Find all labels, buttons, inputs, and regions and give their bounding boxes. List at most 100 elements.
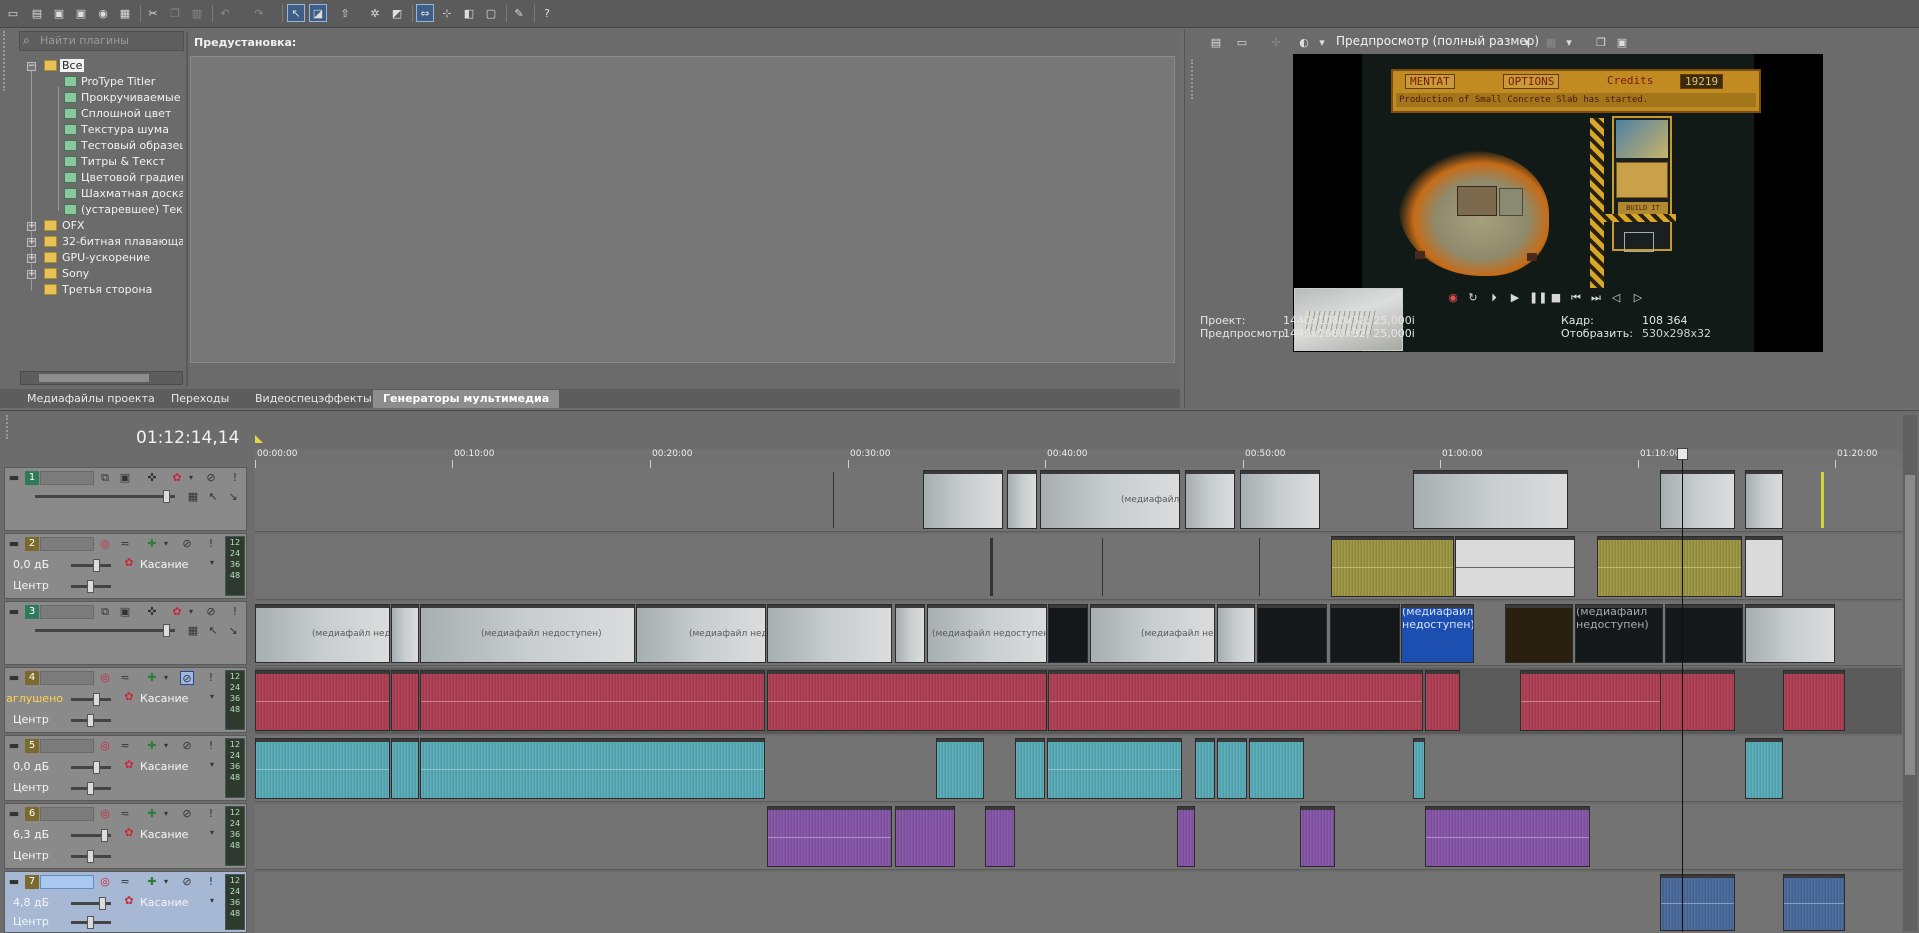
auto-ripple-icon[interactable]: ✲: [366, 4, 384, 22]
track-fx-icon[interactable]: ✚: [145, 875, 159, 889]
video-clip[interactable]: [1745, 604, 1835, 663]
track-level-slider[interactable]: [35, 490, 175, 503]
zoom-tool-icon[interactable]: ⊹: [438, 4, 456, 22]
project-properties-icon[interactable]: ▤: [1207, 33, 1225, 51]
enable-snapping-icon[interactable]: ◧: [460, 4, 478, 22]
track-volume-slider[interactable]: [71, 693, 111, 706]
arm-record-icon[interactable]: ◎: [98, 739, 112, 753]
composite-mode-icon[interactable]: ⧉: [98, 605, 112, 619]
audio-clip[interactable]: [1048, 670, 1423, 731]
tree-item-protype-titler[interactable]: ProType Titler: [81, 75, 183, 89]
timeline-vertical-scrollbar[interactable]: [1903, 415, 1917, 931]
track-name-field[interactable]: [40, 605, 94, 619]
track-minimize-icon[interactable]: ▬: [7, 537, 21, 551]
expand-keyframes-icon[interactable]: ▦: [186, 624, 200, 638]
cut-icon[interactable]: ✂: [144, 4, 162, 22]
chevron-down-icon[interactable]: ▾: [205, 556, 219, 570]
split-screen-icon[interactable]: ◐: [1295, 33, 1313, 51]
playhead-handle[interactable]: [1677, 448, 1688, 460]
chevron-down-icon[interactable]: ▾: [184, 605, 198, 619]
track-fx-icon[interactable]: ✚: [145, 807, 159, 821]
preview-quality-select[interactable]: Предпросмотр (полный размер): [1336, 34, 1539, 48]
audio-clip[interactable]: [420, 738, 765, 799]
chevron-down-icon[interactable]: ▾: [205, 758, 219, 772]
arm-record-icon[interactable]: ◎: [98, 671, 112, 685]
mute-icon[interactable]: ⊘: [180, 739, 194, 753]
save-as-icon[interactable]: ▣: [72, 4, 90, 22]
tree-item-test-pattern[interactable]: Тестовый образец: [81, 139, 183, 153]
audio-clip[interactable]: [1413, 738, 1425, 799]
audio-clip[interactable]: [1783, 874, 1845, 931]
copy-snapshot-icon[interactable]: ❐: [1592, 33, 1610, 51]
go-to-start-icon[interactable]: ⏮: [1569, 291, 1583, 305]
solo-icon[interactable]: !: [228, 605, 242, 619]
tree-item-ofx[interactable]: OFX: [62, 219, 182, 233]
solo-icon[interactable]: !: [204, 807, 218, 821]
track-fx-icon[interactable]: ✜: [145, 605, 159, 619]
track-fx-icon[interactable]: ✜: [145, 471, 159, 485]
solo-icon[interactable]: !: [204, 537, 218, 551]
audio-clip[interactable]: [1660, 670, 1735, 731]
video-clip[interactable]: [1185, 470, 1235, 529]
track-volume-slider[interactable]: [71, 761, 111, 774]
track-header-3[interactable]: ▬ 3 ⧉ ▣ ✜ ✿ ▾ ⊘ ! ▦ ↖ ↘: [4, 601, 247, 665]
tree-item-sony[interactable]: Sony: [62, 267, 182, 281]
video-clip[interactable]: (медиафайл недоступен): [927, 604, 1047, 663]
track-pan-slider[interactable]: [71, 850, 111, 863]
make-compositing-parent-icon[interactable]: ↖: [206, 624, 220, 638]
track-motion-icon[interactable]: ▣: [118, 605, 132, 619]
audio-clip[interactable]: [1455, 536, 1575, 597]
audio-clip[interactable]: [936, 738, 984, 799]
mute-icon[interactable]: ⊘: [180, 875, 194, 889]
audio-clip[interactable]: [767, 670, 1047, 731]
gear-icon[interactable]: ✿: [122, 758, 136, 772]
video-clip[interactable]: [767, 604, 892, 663]
video-clip[interactable]: [1048, 604, 1088, 663]
track-lane-7[interactable]: [255, 872, 1902, 933]
help-icon[interactable]: ?: [538, 4, 556, 22]
arm-record-icon[interactable]: ◎: [98, 807, 112, 821]
invert-phase-icon[interactable]: ≂: [118, 875, 132, 889]
composite-mode-icon[interactable]: ⧉: [98, 471, 112, 485]
preset-list[interactable]: [190, 56, 1175, 363]
audio-clip[interactable]: [255, 670, 390, 731]
track-minimize-icon[interactable]: ▬: [7, 605, 21, 619]
gear-icon[interactable]: ✿: [122, 894, 136, 908]
video-clip[interactable]: [923, 470, 1003, 529]
chevron-down-icon[interactable]: ▾: [205, 826, 219, 840]
automation-mode-select[interactable]: Касание: [140, 760, 188, 773]
gear-icon[interactable]: ✿: [122, 690, 136, 704]
arm-record-icon[interactable]: ◎: [98, 537, 112, 551]
track-lane-1[interactable]: (медиафайл недоступен): [255, 468, 1902, 532]
arm-record-icon[interactable]: ◎: [98, 875, 112, 889]
tree-splitter[interactable]: [186, 31, 188, 386]
track-minimize-icon[interactable]: ▬: [7, 471, 21, 485]
invert-phase-icon[interactable]: ≂: [118, 537, 132, 551]
track-volume-slider[interactable]: [71, 829, 111, 842]
audio-clip[interactable]: [1660, 874, 1735, 931]
track-minimize-icon[interactable]: ▬: [7, 807, 21, 821]
video-clip[interactable]: [1240, 470, 1320, 529]
track-lane-2[interactable]: [255, 534, 1902, 600]
time-ruler[interactable]: 00:00:00 00:10:00 00:20:00 00:30:00 00:4…: [255, 449, 1902, 469]
tree-expander-gpu[interactable]: +: [27, 254, 36, 263]
audio-clip[interactable]: [985, 806, 1015, 867]
audio-clip[interactable]: [255, 738, 390, 799]
save-snapshot-icon[interactable]: ▣: [1613, 33, 1631, 51]
track-fx-icon[interactable]: ✚: [145, 537, 159, 551]
track-header-7[interactable]: ▬ 7 ◎ ≂ ✚ ▾ ⊘ ! 4,8 дБ ✿ Касание ▾ Центр…: [4, 871, 247, 933]
invert-phase-icon[interactable]: ≂: [118, 739, 132, 753]
chevron-down-icon[interactable]: ▾: [1316, 33, 1328, 51]
video-clip[interactable]: [391, 604, 419, 663]
next-frame-icon[interactable]: ▷: [1631, 291, 1645, 305]
solo-icon[interactable]: !: [204, 671, 218, 685]
track-lane-6[interactable]: [255, 804, 1902, 870]
video-clip[interactable]: [1007, 470, 1037, 529]
video-clip[interactable]: [1505, 604, 1573, 663]
tab-video-fx[interactable]: Видеоспецэффекты: [245, 390, 382, 408]
video-clip[interactable]: [1217, 604, 1255, 663]
tree-item-all[interactable]: Все: [60, 59, 180, 73]
track-pan-slider[interactable]: [71, 782, 111, 795]
tree-expander-32bit[interactable]: +: [27, 238, 36, 247]
audio-clip[interactable]: [1425, 806, 1590, 867]
